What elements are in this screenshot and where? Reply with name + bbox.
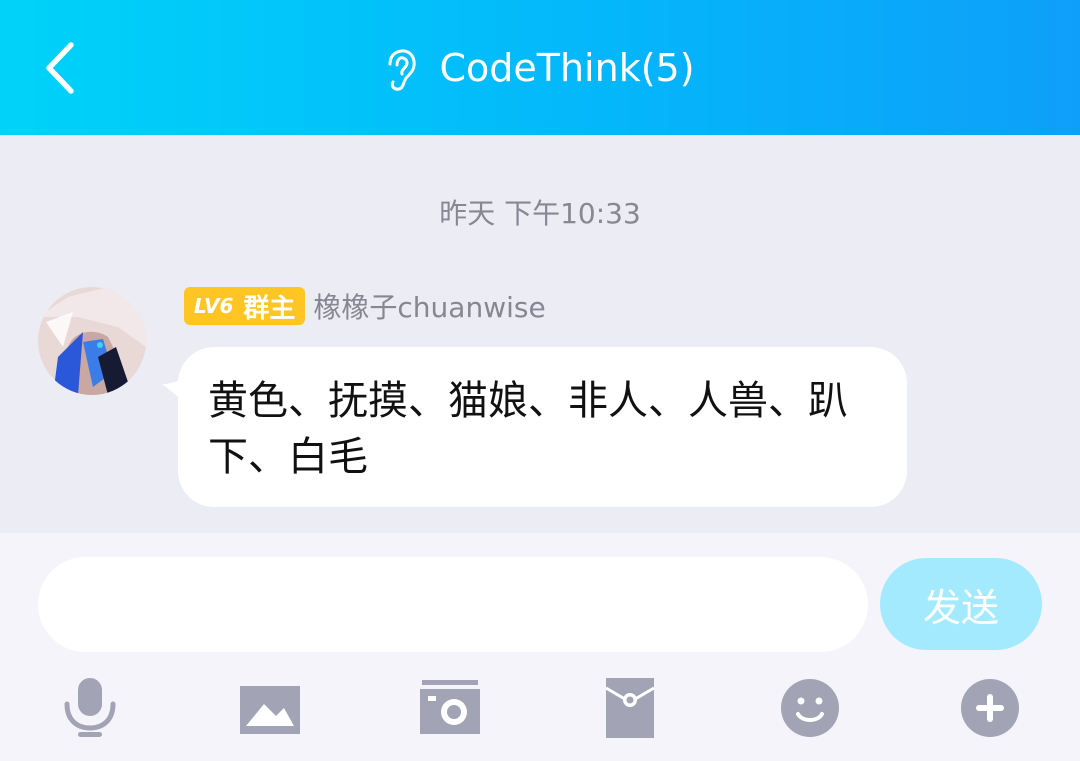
message-input[interactable]: [38, 557, 868, 652]
send-button[interactable]: 发送: [880, 558, 1042, 650]
avatar[interactable]: [38, 287, 146, 395]
more-button[interactable]: [958, 676, 1022, 740]
red-packet-icon: [605, 678, 655, 738]
red-packet-button[interactable]: [598, 676, 662, 740]
ear-icon: [385, 48, 419, 92]
microphone-icon: [64, 678, 116, 737]
camera-icon: [420, 680, 480, 734]
chat-header: CodeThink(5): [0, 0, 1080, 135]
chat-title: CodeThink(5): [439, 45, 695, 90]
title-area: CodeThink(5): [0, 0, 1080, 135]
message-text: 黄色、抚摸、猫娘、非人、人兽、趴下、白毛: [208, 378, 848, 480]
image-button[interactable]: [238, 676, 302, 740]
camera-button[interactable]: [418, 676, 482, 740]
sender-name[interactable]: 橡橡子chuanwise: [313, 286, 545, 326]
voice-button[interactable]: [58, 676, 122, 740]
emoji-button[interactable]: [778, 676, 842, 740]
sender-info: LV6 群主 橡橡子chuanwise: [184, 286, 546, 326]
plus-icon: [961, 679, 1019, 737]
level-label: LV6: [194, 294, 234, 318]
emoji-icon: [781, 679, 839, 737]
message-timestamp: 昨天 下午10:33: [439, 197, 641, 230]
message-bubble[interactable]: 黄色、抚摸、猫娘、非人、人兽、趴下、白毛: [178, 347, 907, 507]
role-label: 群主: [243, 293, 296, 324]
level-badge: LV6 群主: [184, 287, 306, 325]
image-icon: [240, 686, 300, 734]
